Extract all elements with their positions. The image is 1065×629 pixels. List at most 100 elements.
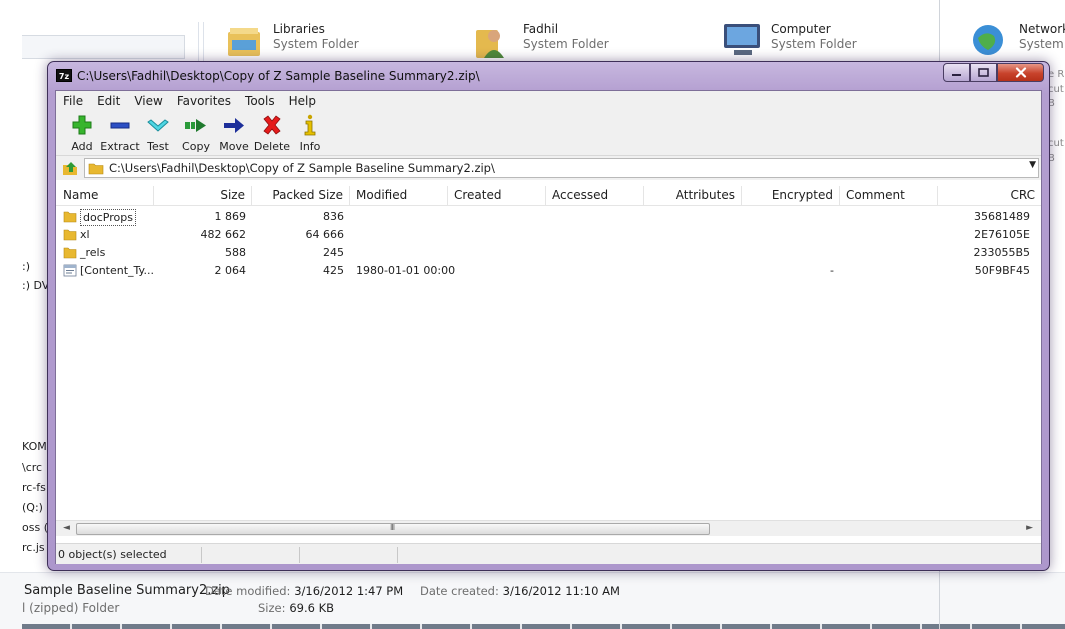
right-fragment: e R [1048,69,1065,80]
plus-icon [72,115,92,135]
status-divider [397,547,398,563]
date-modified-label: Date modified: [205,584,291,598]
tile-name: Network [1019,22,1065,36]
tile-type: System F [1019,37,1065,51]
menu-bar: File Edit View Favorites Tools Help [56,91,1041,110]
column-encrypted[interactable]: Encrypted [742,186,840,206]
column-modified[interactable]: Modified [350,186,448,206]
minus-icon [110,122,130,129]
minimize-icon [952,74,961,76]
column-comment[interactable]: Comment [840,186,938,206]
maximize-button[interactable] [970,63,997,82]
menu-edit[interactable]: Edit [97,94,127,108]
close-icon [1015,67,1026,78]
info-label: Info [299,140,321,153]
toolbar: Add Extract Test Copy Move Delete Info [56,110,1041,156]
cell-size: 2 064 [214,264,247,277]
cell-name: xl [56,226,154,244]
libraries-icon [228,28,260,56]
menu-view[interactable]: View [134,94,169,108]
column-accessed[interactable]: Accessed [546,186,644,206]
nav-item[interactable]: oss ( [22,521,48,534]
column-crc[interactable]: CRC [938,186,1041,206]
nav-item[interactable]: rc-fs [22,481,46,494]
nav-item[interactable]: (Q:) [22,501,43,514]
path-combobox[interactable]: C:\Users\Fadhil\Desktop\Copy of Z Sample… [84,158,1039,178]
file-name: _rels [80,246,106,259]
table-row[interactable]: docProps 1 869 836 35681489 [56,208,1041,226]
tile-type: System Folder [273,37,359,51]
column-size[interactable]: Size [154,186,252,206]
path-text: C:\Users\Fadhil\Desktop\Copy of Z Sample… [109,161,495,175]
table-row[interactable]: [Content_Ty... 2 064 425 1980-01-01 00:0… [56,262,1041,280]
column-created[interactable]: Created [448,186,546,206]
cell-crc: 50F9BF45 [974,264,1030,277]
cell-encrypted [742,244,840,262]
maximize-icon [978,68,989,77]
7zip-app-icon[interactable]: 7z [56,69,72,82]
column-name[interactable]: Name [56,186,154,206]
up-folder-icon[interactable] [60,159,80,177]
right-fragment: cut [1048,138,1064,149]
cell-encrypted [742,208,840,226]
table-row[interactable]: xl 482 662 64 666 2E76105E [56,226,1041,244]
details-size: Size: 69.6 KB [258,601,334,615]
info-icon [304,114,316,136]
date-modified-value: 3/16/2012 1:47 PM [294,584,404,598]
nav-item[interactable]: :) DV [22,279,49,292]
status-divider [201,547,202,563]
cell-crc: 233055B5 [973,246,1030,259]
menu-favorites[interactable]: Favorites [177,94,238,108]
nav-item[interactable]: \crc [22,461,42,474]
window-client: File Edit View Favorites Tools Help Add … [55,90,1042,564]
details-date-modified: Date modified: 3/16/2012 1:47 PM [205,584,403,598]
nav-item[interactable]: KOM [22,440,47,453]
double-arrow-icon [185,119,206,132]
cell-modified [350,226,448,244]
folder-icon [88,163,104,175]
cell-modified: 1980-01-01 00:00 [356,264,456,277]
column-packed-size[interactable]: Packed Size [252,186,350,206]
file-list[interactable]: Name Size Packed Size Modified Created A… [56,180,1041,520]
folder-icon [63,211,77,223]
file-name: xl [80,228,90,241]
cell-name: [Content_Ty... [56,262,154,280]
tile-type: System Folder [771,37,857,51]
arrow-right-icon [224,118,244,133]
menu-file[interactable]: File [63,94,90,108]
column-attributes[interactable]: Attributes [644,186,742,206]
tile-name: Fadhil [523,22,559,36]
cell-crc: 2E76105E [974,228,1030,241]
menu-help[interactable]: Help [289,94,323,108]
address-bar: C:\Users\Fadhil\Desktop\Copy of Z Sample… [56,156,1041,180]
status-bar: 0 object(s) selected [56,543,1041,564]
cell-packed-size: 64 666 [305,228,345,241]
menu-tools[interactable]: Tools [245,94,282,108]
cell-size: 482 662 [200,228,247,241]
right-fragment: cut [1048,84,1064,95]
horizontal-scrollbar[interactable]: ◄ III ► [56,520,1041,536]
cell-name: _rels [56,244,154,262]
nav-item[interactable]: rc.js [22,541,45,554]
caption-buttons [943,63,1044,83]
cell-modified [350,208,448,226]
nav-item[interactable]: :) [22,260,30,273]
taskbar-strip [22,624,1065,629]
table-row[interactable]: _rels 588 245 233055B5 [56,244,1041,262]
scroll-right-icon[interactable]: ► [1026,523,1033,533]
scroll-left-icon[interactable]: ◄ [63,523,70,533]
title-bar[interactable]: 7z C:\Users\Fadhil\Desktop\Copy of Z Sam… [48,62,1049,90]
close-button[interactable] [997,63,1044,82]
tile-type: System Folder [523,37,609,51]
xml-file-icon [63,264,77,277]
explorer-address-bar[interactable] [22,35,185,59]
computer-icon [724,24,760,55]
info-button[interactable]: Info [290,110,330,156]
chevron-down-icon[interactable]: ▼ [1029,160,1036,170]
status-divider [299,547,300,563]
cell-size: 588 [225,246,246,259]
scroll-thumb[interactable]: III [76,523,710,535]
file-name: docProps [80,209,136,226]
column-header: Name Size Packed Size Modified Created A… [56,186,1041,206]
minimize-button[interactable] [943,63,970,82]
